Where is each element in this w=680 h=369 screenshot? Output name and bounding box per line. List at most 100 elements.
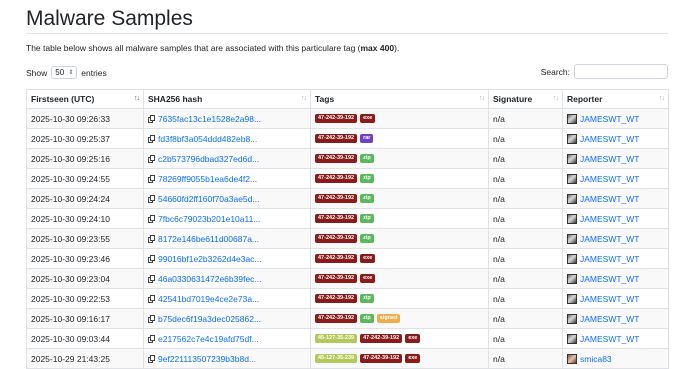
copy-icon[interactable] [148, 314, 155, 323]
tag-badge[interactable]: zip [360, 214, 374, 223]
tag-badge[interactable]: 47-242-39-192 [315, 234, 358, 243]
copy-icon[interactable] [148, 214, 155, 223]
tag-badge[interactable]: zip [360, 234, 374, 243]
reporter-link[interactable]: JAMESWT_WT [580, 234, 640, 244]
firstseen-cell: 2025-10-29 21:43:25 [26, 348, 144, 369]
tag-badge[interactable]: exe [360, 254, 376, 263]
copy-icon[interactable] [148, 274, 155, 283]
reporter-link[interactable]: JAMESWT_WT [580, 314, 640, 324]
table-row: 2025-10-30 09:26:33 7635fac13c1e1528e2a98… [26, 108, 669, 129]
reporter-link[interactable]: JAMESWT_WT [580, 334, 640, 344]
copy-icon[interactable] [148, 134, 155, 143]
copy-icon[interactable] [148, 154, 155, 163]
hash-cell: 42541bd7019e4ce2e73a... [143, 288, 311, 309]
sha256-link[interactable]: c2b573796dbad327ed6d... [158, 154, 259, 164]
tag-badge[interactable]: 45-127-35-239 [315, 334, 358, 343]
column-header-signature[interactable]: Signature ↑↓ [488, 89, 563, 109]
signature-cell: n/a [488, 268, 563, 289]
firstseen-cell: 2025-10-30 09:24:10 [26, 208, 144, 229]
reporter-link[interactable]: JAMESWT_WT [580, 134, 640, 144]
column-header-sha256[interactable]: SHA256 hash ↑↓ [143, 89, 311, 109]
tag-badge[interactable]: zip [360, 314, 374, 323]
tag-badge[interactable]: 47-242-39-192 [315, 154, 358, 163]
tags-cell: 47-242-39-192 zip [310, 288, 489, 309]
column-header-firstseen[interactable]: Firstseen (UTC) ↑↓ [26, 89, 144, 109]
tag-badge[interactable]: 47-242-39-192 [315, 294, 358, 303]
copy-icon[interactable] [148, 334, 155, 343]
avatar [567, 173, 577, 184]
column-header-reporter[interactable]: Reporter ↑↓ [562, 89, 669, 109]
signature-cell: n/a [488, 188, 563, 209]
reporter-link[interactable]: JAMESWT_WT [580, 214, 640, 224]
reporter-link[interactable]: JAMESWT_WT [580, 154, 640, 164]
tag-badge[interactable]: exe [360, 274, 376, 283]
tag-badge[interactable]: 47-242-39-192 [360, 334, 403, 343]
tag-badge[interactable]: zip [360, 194, 374, 203]
tag-badge[interactable]: rar [360, 134, 374, 143]
reporter-link[interactable]: smica83 [580, 354, 612, 364]
tags-cell: 47-242-39-192 zip [310, 228, 489, 249]
entries-select[interactable]: 50 ⇕ [51, 66, 78, 79]
table-body: 2025-10-30 09:26:33 7635fac13c1e1528e2a98… [26, 108, 669, 369]
sha256-link[interactable]: 99016bf1e2b3262d4e3ac... [158, 254, 262, 264]
sha256-link[interactable]: 7635fac13c1e1528e2a98... [158, 114, 261, 124]
copy-icon[interactable] [148, 234, 155, 243]
tag-badge[interactable]: zip [360, 174, 374, 183]
copy-icon[interactable] [148, 114, 155, 123]
tag-badge[interactable]: 47-242-39-192 [315, 114, 358, 123]
tag-badge[interactable]: exe [360, 114, 376, 123]
sort-icon: ↑↓ [301, 95, 307, 102]
tag-badge[interactable]: zip [360, 154, 374, 163]
firstseen-cell: 2025-10-30 09:25:16 [26, 148, 144, 169]
firstseen-cell: 2025-10-30 09:16:17 [26, 308, 144, 329]
tag-badge[interactable]: 47-242-39-192 [315, 134, 358, 143]
hash-cell: c2b573796dbad327ed6d... [143, 148, 311, 169]
tag-badge[interactable]: 47-242-39-192 [315, 214, 358, 223]
tag-badge[interactable]: signed [376, 314, 401, 323]
reporter-link[interactable]: JAMESWT_WT [580, 114, 640, 124]
copy-icon[interactable] [148, 254, 155, 263]
reporter-link[interactable]: JAMESWT_WT [580, 254, 640, 264]
tag-badge[interactable]: 47-242-39-192 [315, 254, 358, 263]
reporter-cell: JAMESWT_WT [562, 108, 669, 129]
avatar [567, 193, 577, 204]
tags-cell: 47-242-39-192 exe [310, 268, 489, 289]
copy-icon[interactable] [148, 174, 155, 183]
sha256-link[interactable]: 8172e146be611d00687a... [158, 234, 259, 244]
copy-icon[interactable] [148, 194, 155, 203]
reporter-link[interactable]: JAMESWT_WT [580, 274, 640, 284]
firstseen-cell: 2025-10-30 09:26:33 [26, 108, 144, 129]
sha256-link[interactable]: 54660fd2ff160f70a3ae5d... [158, 194, 259, 204]
search-input[interactable] [574, 64, 668, 79]
table-row: 2025-10-29 21:43:25 9ef221113507239b3b8d.… [26, 348, 669, 369]
copy-icon[interactable] [148, 354, 155, 363]
tag-badge[interactable]: zip [360, 294, 374, 303]
firstseen-cell: 2025-10-30 09:23:46 [26, 248, 144, 269]
tag-badge[interactable]: exe [405, 334, 421, 343]
sha256-link[interactable]: 7fbc6c79023b201e10a11... [158, 214, 260, 224]
reporter-link[interactable]: JAMESWT_WT [580, 294, 640, 304]
tag-badge[interactable]: 47-242-39-192 [315, 194, 358, 203]
reporter-link[interactable]: JAMESWT_WT [580, 174, 640, 184]
copy-icon[interactable] [148, 294, 155, 303]
description-end: ). [394, 43, 400, 53]
reporter-cell: JAMESWT_WT [562, 228, 669, 249]
tag-badge[interactable]: 47-242-39-192 [315, 274, 358, 283]
sha256-link[interactable]: b75dec6f19a3dec025862... [158, 314, 261, 324]
sha256-link[interactable]: fd3f8bf3a054ddd482eb8... [158, 134, 257, 144]
sha256-link[interactable]: 9ef221113507239b3b8d... [158, 354, 256, 364]
sha256-link[interactable]: 42541bd7019e4ce2e73a... [158, 294, 259, 304]
table-row: 2025-10-30 09:03:44 e217562c7e4c19afd75df… [26, 328, 669, 349]
signature-cell: n/a [488, 248, 563, 269]
tag-badge[interactable]: 47-242-39-192 [315, 314, 358, 323]
column-header-tags[interactable]: Tags ↑↓ [310, 89, 489, 109]
sha256-link[interactable]: 46a0330631472e6b39fec... [158, 274, 262, 284]
sha256-link[interactable]: 78269ff9055b1ea6de4f2... [158, 174, 257, 184]
tag-badge[interactable]: 47-242-39-192 [315, 174, 358, 183]
hash-cell: e217562c7e4c19afd75df... [143, 328, 311, 349]
reporter-link[interactable]: JAMESWT_WT [580, 194, 640, 204]
table-row: 2025-10-30 09:25:37 fd3f8bf3a054ddd482eb8… [26, 128, 669, 149]
hash-cell: 54660fd2ff160f70a3ae5d... [143, 188, 311, 209]
reporter-cell: smica83 [562, 348, 669, 369]
sha256-link[interactable]: e217562c7e4c19afd75df... [158, 334, 259, 344]
